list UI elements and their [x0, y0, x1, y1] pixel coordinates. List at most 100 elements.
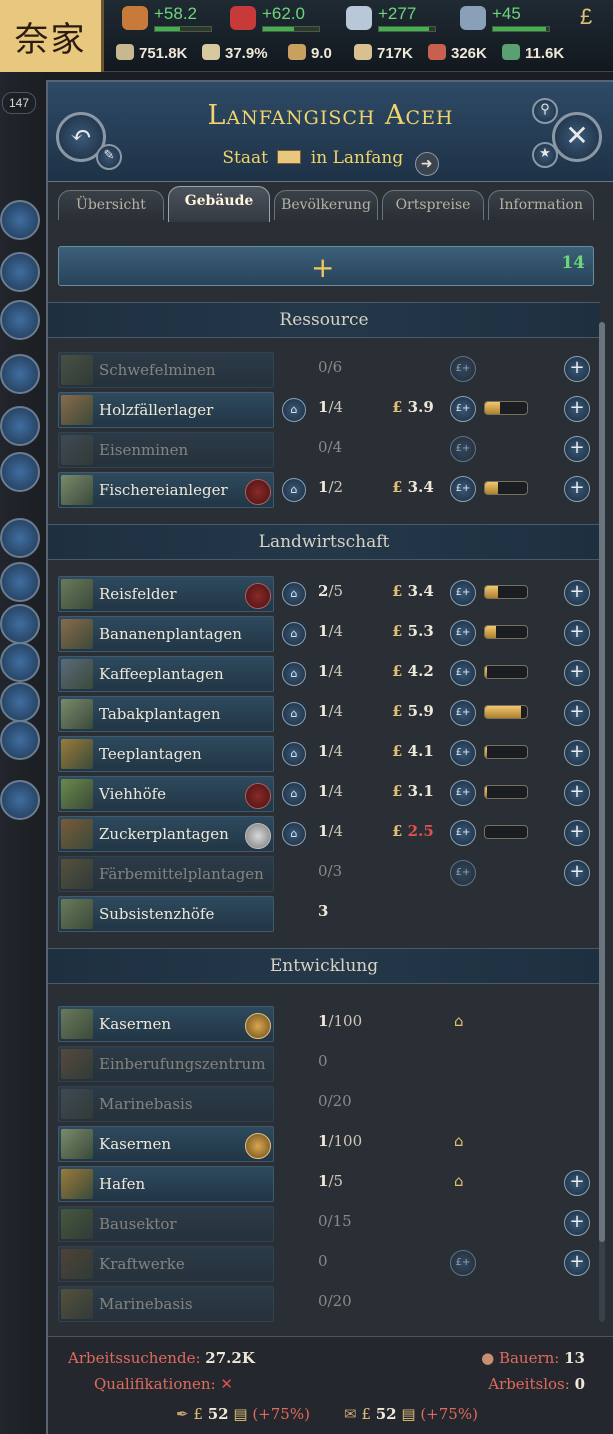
subsidize-button[interactable]: £+	[450, 620, 476, 646]
budget-button[interactable]	[0, 252, 40, 292]
expand-building-button[interactable]: +	[564, 780, 590, 806]
pin-icon[interactable]: ⚲	[532, 98, 558, 124]
expand-building-button[interactable]: +	[564, 396, 590, 422]
building-row[interactable]: Teeplantagen ⌂ 1/4 £ 4.1 £+ +	[56, 734, 600, 772]
ownership-button[interactable]: ⌂	[282, 478, 306, 502]
building-row[interactable]: Zuckerplantagen ⌂ 1/4 £ 2.5 £+ +	[56, 814, 600, 852]
owner-pop-icon[interactable]	[245, 1133, 271, 1159]
building-name-box[interactable]: Eisenminen	[58, 432, 274, 468]
stat-0[interactable]: 751.8K	[116, 44, 187, 62]
peace-button[interactable]	[0, 518, 40, 558]
building-name-box[interactable]: Färbemittelplantagen	[58, 856, 274, 892]
ownership-button[interactable]: ⌂	[282, 622, 306, 646]
stat-2[interactable]: 9.0	[288, 44, 332, 62]
ownership-button[interactable]: ⌂	[282, 782, 306, 806]
go-to-arrow-button[interactable]: ➜	[414, 152, 439, 176]
building-name-box[interactable]: Kraftwerke	[58, 1246, 274, 1282]
building-name-box[interactable]: Subsistenzhöfe	[58, 896, 274, 932]
owner-pop-icon[interactable]	[245, 783, 271, 809]
government-button[interactable]	[0, 200, 40, 240]
country-flag[interactable]: 奈家	[0, 0, 104, 72]
subsidize-button[interactable]: £+	[450, 436, 476, 462]
owner-pop-icon[interactable]	[245, 479, 271, 505]
expand-building-button[interactable]: +	[564, 660, 590, 686]
ledger-button[interactable]	[0, 720, 40, 760]
tab-population[interactable]: Bevölkerung	[274, 190, 378, 220]
building-name-box[interactable]: Kaffeeplantagen	[58, 656, 274, 692]
subsidize-button[interactable]: £+	[450, 356, 476, 382]
building-name-box[interactable]: Tabakplantagen	[58, 696, 274, 732]
building-name-box[interactable]: Fischereianleger	[58, 472, 274, 508]
building-row[interactable]: Kraftwerke 0 £+ +	[56, 1244, 600, 1282]
building-name-box[interactable]: Bananenplantagen	[58, 616, 274, 652]
politics-button[interactable]	[0, 604, 40, 644]
expand-building-button[interactable]: +	[564, 1170, 590, 1196]
tab-buildings[interactable]: Gebäude	[168, 186, 270, 222]
market-button[interactable]	[0, 354, 40, 394]
building-row[interactable]: Hafen 1/5 ⌂ +	[56, 1164, 600, 1202]
subsidize-button[interactable]: £+	[450, 580, 476, 606]
building-row[interactable]: Eisenminen 0/4 £+ +	[56, 430, 600, 468]
close-button[interactable]: ✕	[552, 112, 602, 162]
building-name-box[interactable]: Kasernen	[58, 1126, 274, 1162]
tab-information[interactable]: Information	[488, 190, 594, 220]
building-row[interactable]: Kasernen 1/100 ⌂	[56, 1004, 600, 1042]
diplomacy-button[interactable]	[0, 452, 40, 492]
expand-building-button[interactable]: +	[564, 860, 590, 886]
stat-1[interactable]: 37.9%	[202, 44, 268, 62]
building-row[interactable]: Bausektor 0/15 +	[56, 1204, 600, 1242]
building-name-box[interactable]: Reisfelder	[58, 576, 274, 612]
owner-pop-icon[interactable]	[245, 1013, 271, 1039]
expand-building-button[interactable]: +	[564, 436, 590, 462]
expand-building-button[interactable]: +	[564, 580, 590, 606]
tab-local-prices[interactable]: Ortspreise	[382, 190, 484, 220]
stat-5[interactable]: 11.6K	[502, 44, 564, 62]
building-name-box[interactable]: Zuckerplantagen	[58, 816, 274, 852]
technology-button[interactable]	[0, 562, 40, 602]
expand-building-button[interactable]: +	[564, 620, 590, 646]
building-row[interactable]: Viehhöfe ⌂ 1/4 £ 3.1 £+ +	[56, 774, 600, 812]
ownership-button[interactable]: ⌂	[282, 582, 306, 606]
building-row[interactable]: Holzfällerlager ⌂ 1/4 £ 3.9 £+ +	[56, 390, 600, 428]
subsidize-button[interactable]: £+	[450, 1250, 476, 1276]
ownership-button[interactable]: ⌂	[282, 742, 306, 766]
subsidize-button[interactable]: £+	[450, 660, 476, 686]
building-name-box[interactable]: Hafen	[58, 1166, 274, 1202]
military-button[interactable]	[0, 406, 40, 446]
building-name-box[interactable]: Viehhöfe	[58, 776, 274, 812]
subsidize-button[interactable]: £+	[450, 860, 476, 886]
expand-building-button[interactable]: +	[564, 1210, 590, 1236]
building-name-box[interactable]: Holzfällerlager	[58, 392, 274, 428]
building-row[interactable]: Fischereianleger ⌂ 1/2 £ 3.4 £+ +	[56, 470, 600, 508]
subsidize-button[interactable]: £+	[450, 476, 476, 502]
add-building-button[interactable]: + 14	[58, 246, 594, 286]
expand-building-button[interactable]: +	[564, 356, 590, 382]
owner-pop-icon[interactable]	[245, 823, 271, 849]
building-row[interactable]: Marinebasis 0/20	[56, 1084, 600, 1122]
building-name-box[interactable]: Teeplantagen	[58, 736, 274, 772]
building-row[interactable]: Tabakplantagen ⌂ 1/4 £ 5.9 £+ +	[56, 694, 600, 732]
owner-pop-icon[interactable]	[245, 583, 271, 609]
industry-button[interactable]	[0, 300, 40, 340]
building-row[interactable]: Reisfelder ⌂ 2/5 £ 3.4 £+ +	[56, 574, 600, 612]
subtitle-suffix[interactable]: in Lanfang	[311, 148, 403, 168]
ownership-button[interactable]: ⌂	[282, 662, 306, 686]
building-name-box[interactable]: Schwefelminen	[58, 352, 274, 388]
expand-building-button[interactable]: +	[564, 740, 590, 766]
building-name-box[interactable]: Marinebasis	[58, 1286, 274, 1322]
building-row[interactable]: Subsistenzhöfe 3	[56, 894, 600, 932]
building-name-box[interactable]: Marinebasis	[58, 1086, 274, 1122]
expand-building-button[interactable]: +	[564, 1250, 590, 1276]
population-button[interactable]	[0, 642, 40, 682]
expand-building-button[interactable]: +	[564, 700, 590, 726]
expand-building-button[interactable]: +	[564, 476, 590, 502]
building-name-box[interactable]: Kasernen	[58, 1006, 274, 1042]
journal-button[interactable]	[0, 682, 40, 722]
ownership-button[interactable]: ⌂	[282, 822, 306, 846]
subsidize-button[interactable]: £+	[450, 396, 476, 422]
scrollbar[interactable]	[599, 322, 605, 1322]
stat-4[interactable]: 326K	[428, 44, 487, 62]
ownership-button[interactable]: ⌂	[282, 398, 306, 422]
subsidize-button[interactable]: £+	[450, 820, 476, 846]
building-row[interactable]: Schwefelminen 0/6 £+ +	[56, 350, 600, 388]
